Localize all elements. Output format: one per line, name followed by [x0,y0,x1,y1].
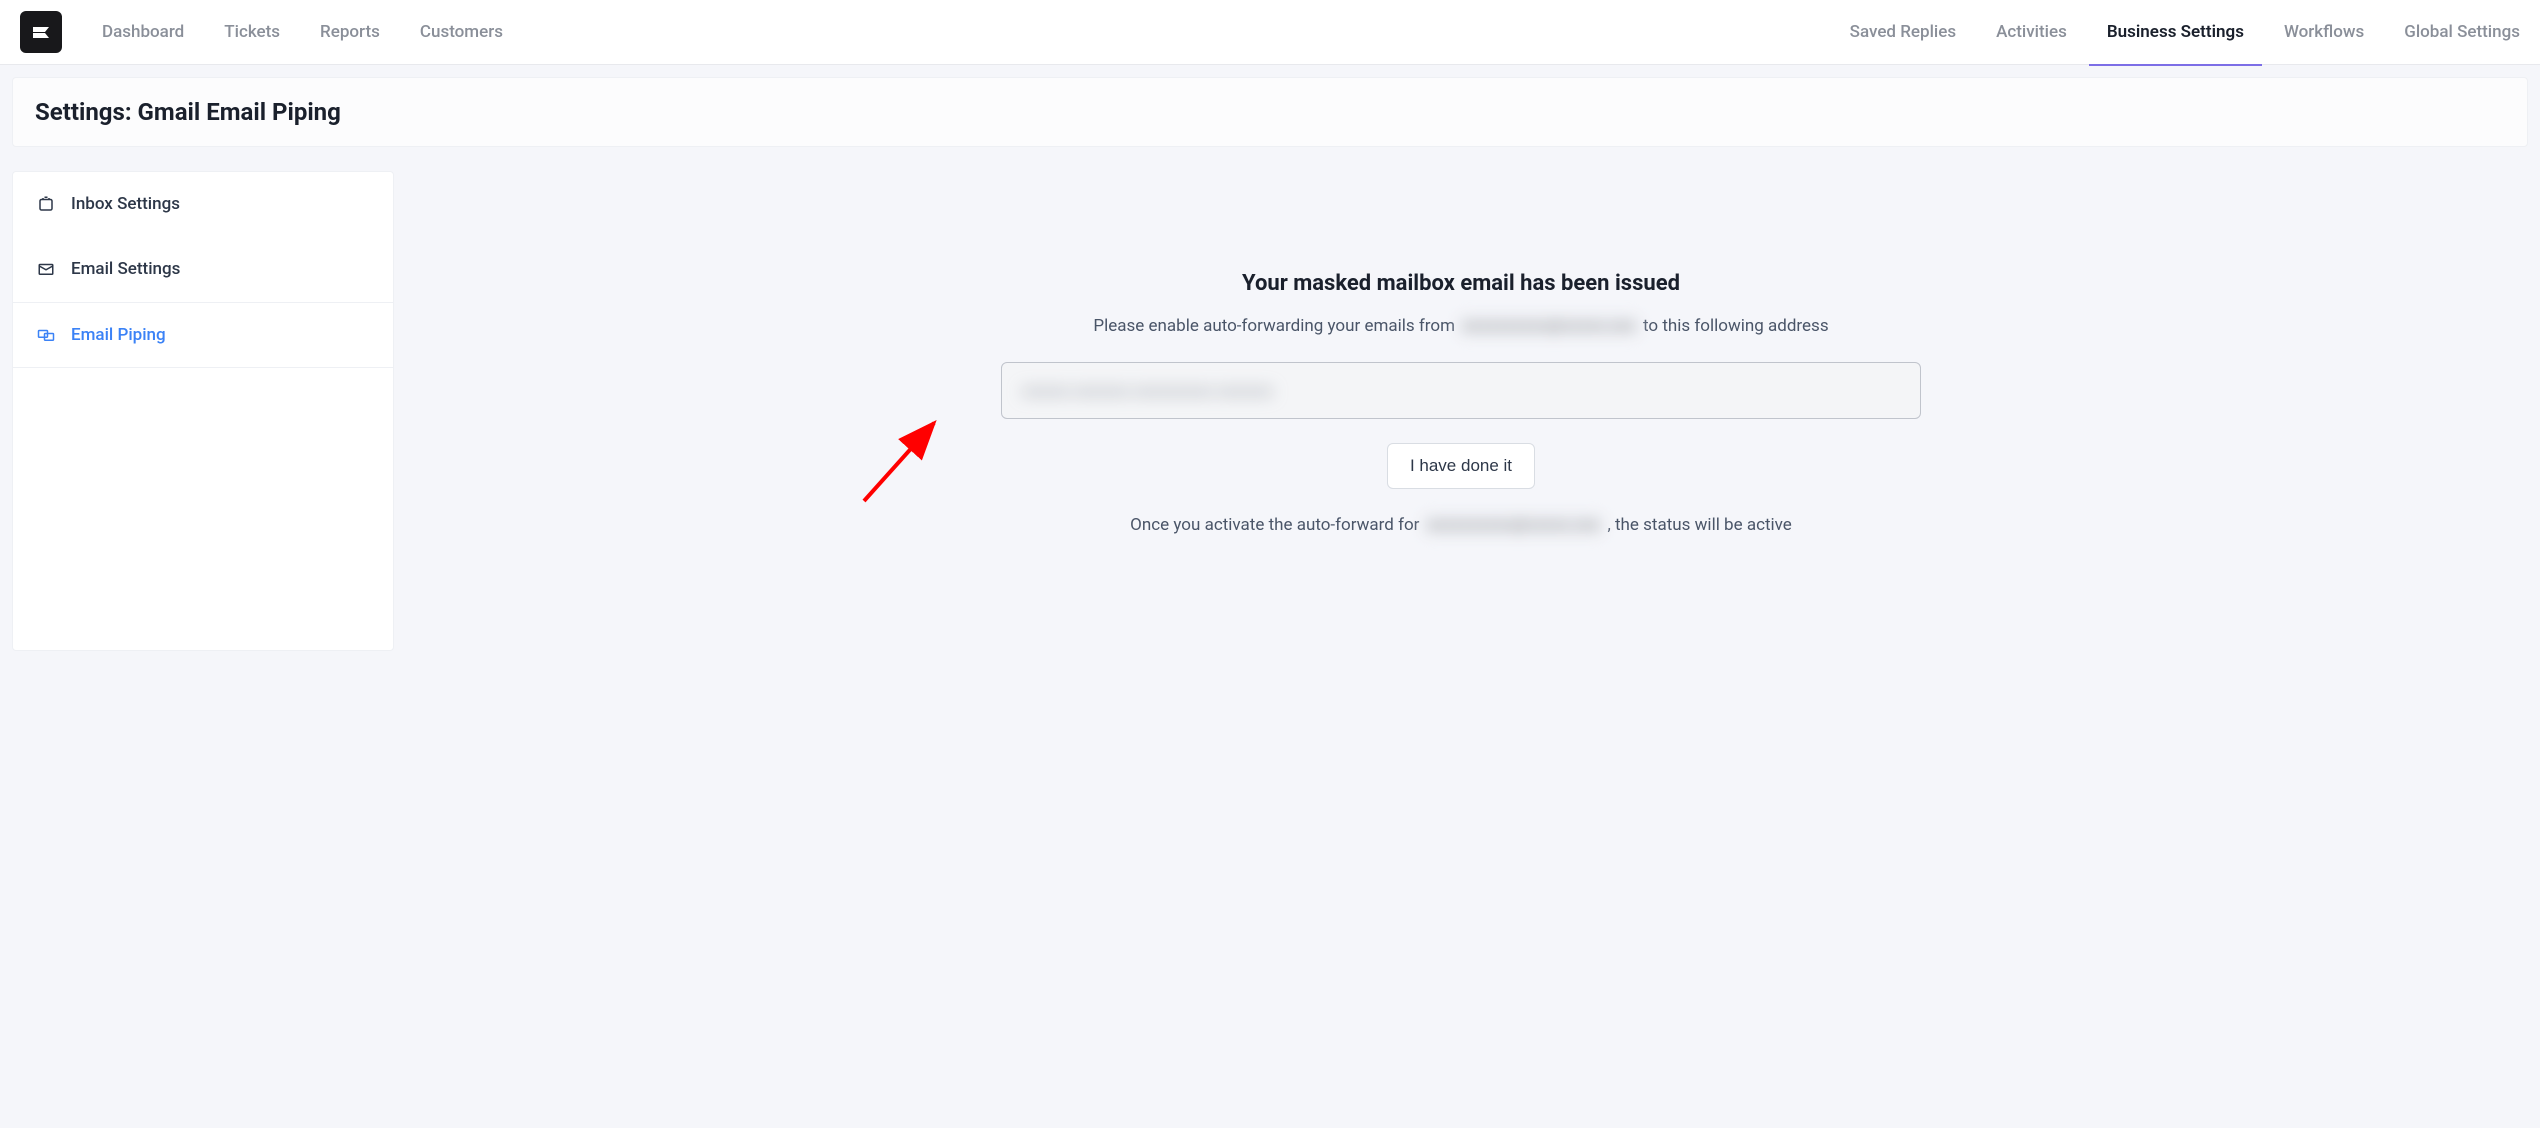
masked-mailbox-value: xxxxxx.xxxxxxx.xxxxxxxxxx.xxxxxxx [1022,381,1900,400]
page-title: Settings: Gmail Email Piping [35,98,2505,126]
main-panel: Your masked mailbox email has been issue… [394,171,2528,651]
nav-customers[interactable]: Customers [420,0,503,65]
nav-tickets[interactable]: Tickets [224,0,280,65]
subtext-suffix: to this following address [1643,316,1829,336]
content-wrap: Inbox Settings Email Settings Email Pipi… [12,171,2528,651]
subtext-blurred-email: xxxxxxxxxx@xxxxx.xxx [1459,316,1639,336]
panel-footer-text: Once you activate the auto-forward for x… [1001,515,1921,535]
sidebar-item-label: Email Piping [71,325,166,345]
panel-inner: Your masked mailbox email has been issue… [1001,271,1921,535]
nav-workflows[interactable]: Workflows [2284,0,2364,65]
mail-icon [37,260,55,278]
footer-blurred-email: xxxxxxxxxx@xxxxx.xxx [1424,515,1604,535]
nav-reports[interactable]: Reports [320,0,380,65]
inbox-icon [37,195,55,213]
sidebar-item-email-settings[interactable]: Email Settings [13,237,393,302]
page-header: Settings: Gmail Email Piping [12,77,2528,147]
panel-subtext: Please enable auto-forwarding your email… [1001,316,1921,336]
sidebar-item-email-piping[interactable]: Email Piping [13,302,393,368]
footer-prefix: Once you activate the auto-forward for [1130,515,1424,535]
app-logo[interactable] [20,11,62,53]
nav-saved-replies[interactable]: Saved Replies [1850,0,1956,65]
annotation-arrow [854,411,954,511]
logo-icon [29,20,53,44]
nav-business-settings[interactable]: Business Settings [2107,0,2244,65]
page-container: Settings: Gmail Email Piping Inbox Setti… [0,65,2540,663]
i-have-done-it-button[interactable]: I have done it [1387,443,1535,489]
sidebar-item-label: Inbox Settings [71,194,180,214]
footer-suffix: , the status will be active [1607,515,1791,535]
pipe-icon [37,326,55,344]
nav-global-settings[interactable]: Global Settings [2404,0,2520,65]
nav-activities[interactable]: Activities [1996,0,2067,65]
top-navigation: Dashboard Tickets Reports Customers Save… [0,0,2540,65]
panel-heading: Your masked mailbox email has been issue… [1001,271,1921,296]
sidebar-item-label: Email Settings [71,259,180,279]
subtext-prefix: Please enable auto-forwarding your email… [1093,316,1459,336]
settings-sidebar: Inbox Settings Email Settings Email Pipi… [12,171,394,651]
masked-mailbox-field[interactable]: xxxxxx.xxxxxxx.xxxxxxxxxx.xxxxxxx [1001,362,1921,419]
sidebar-item-inbox-settings[interactable]: Inbox Settings [13,172,393,237]
nav-left-group: Dashboard Tickets Reports Customers [102,0,503,65]
nav-right-group: Saved Replies Activities Business Settin… [1850,0,2520,65]
nav-dashboard[interactable]: Dashboard [102,0,184,65]
